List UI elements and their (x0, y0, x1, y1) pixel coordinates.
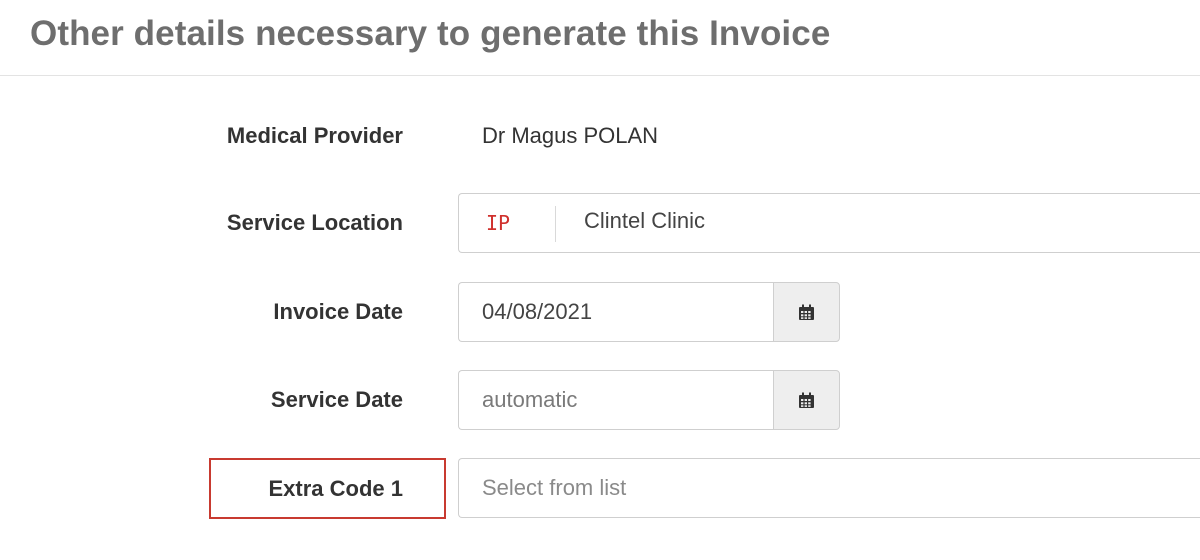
calendar-icon (799, 392, 814, 408)
calendar-icon (799, 304, 814, 320)
invoice-date-value: 04/08/2021 (482, 299, 593, 324)
service-date-label: Service Date (270, 387, 403, 412)
service-location-field[interactable]: IP Clintel Clinic (458, 193, 1200, 253)
service-date-input[interactable]: automatic (458, 370, 773, 430)
section-title: Other details necessary to generate this… (30, 14, 831, 53)
medical-provider-label: Medical Provider (226, 123, 403, 148)
extra-code-1-placeholder: Select from list (482, 475, 627, 500)
invoice-date-input[interactable]: 04/08/2021 (458, 282, 773, 342)
section-header: Other details necessary to generate this… (0, 0, 1200, 76)
invoice-date-label: Invoice Date (273, 299, 403, 324)
service-date-placeholder: automatic (482, 387, 578, 412)
service-location-label: Service Location (226, 210, 403, 235)
service-date-group: automatic (458, 370, 840, 430)
service-location-code: IP (486, 211, 511, 235)
invoice-date-calendar-button[interactable] (773, 282, 840, 342)
service-location-divider (555, 206, 556, 242)
extra-code-1-label: Extra Code 1 (268, 476, 404, 501)
invoice-date-group: 04/08/2021 (458, 282, 840, 342)
extra-code-1-select[interactable]: Select from list (458, 458, 1200, 518)
service-date-calendar-button[interactable] (773, 370, 840, 430)
service-location-name: Clintel Clinic (584, 208, 706, 234)
medical-provider-value: Dr Magus POLAN (482, 123, 659, 148)
